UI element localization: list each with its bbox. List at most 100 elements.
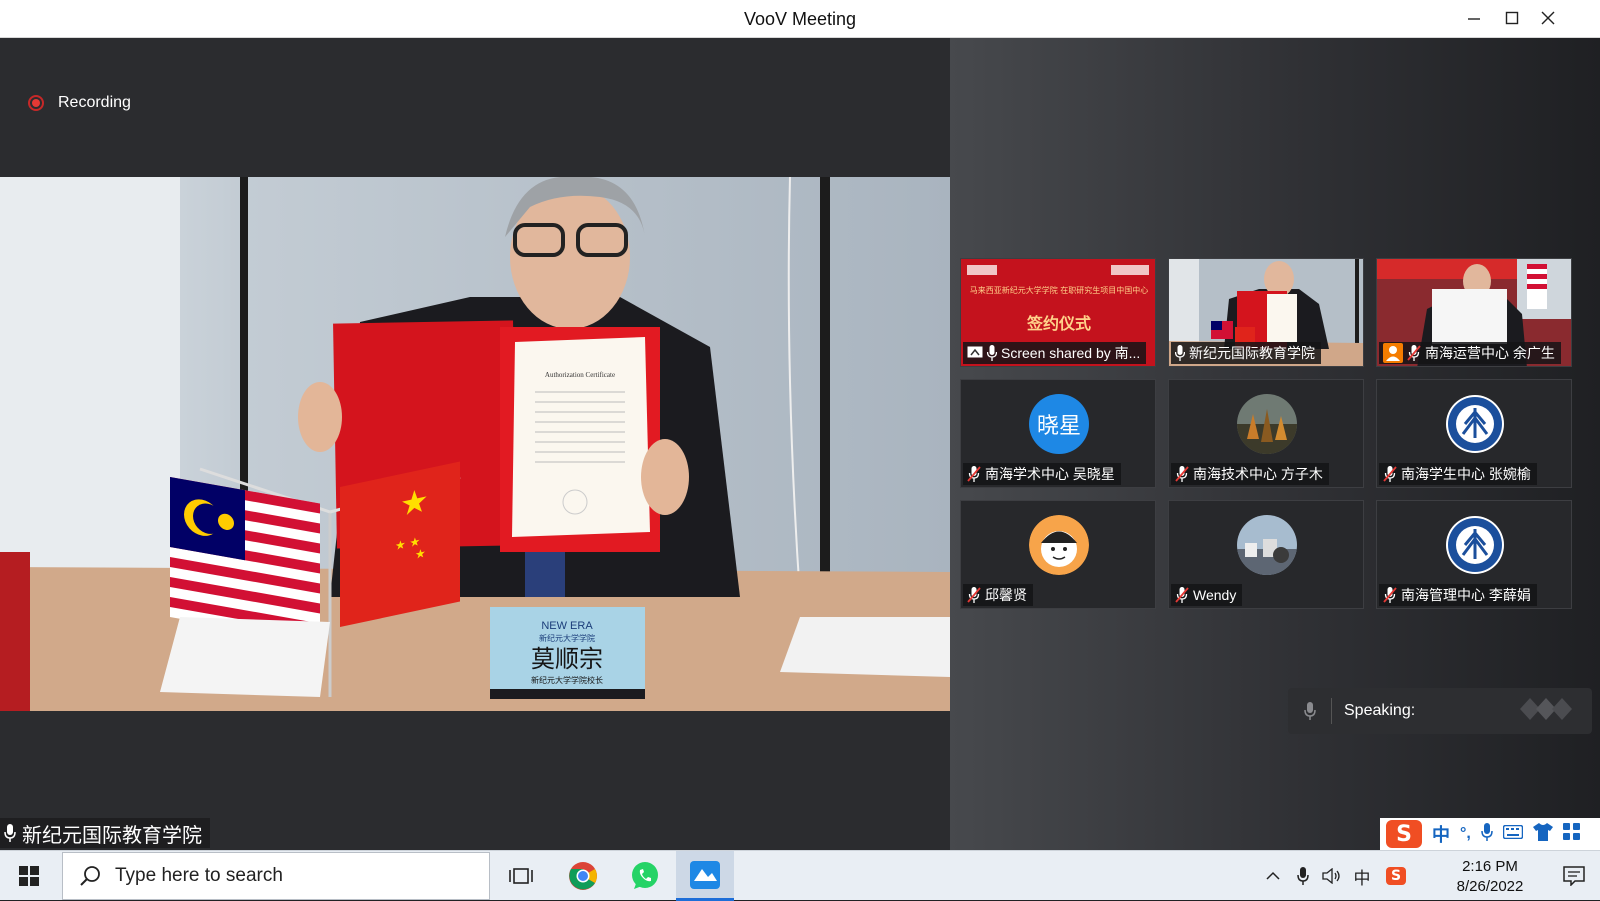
avatar [1445, 515, 1505, 575]
notification-icon [1563, 866, 1585, 886]
svg-text:★: ★ [415, 546, 426, 562]
taskbar: Type here to search 中 S 2:16 PM 8/26/202… [0, 850, 1600, 901]
chrome-taskbar-button[interactable] [554, 851, 612, 901]
title-bar: VooV Meeting [0, 0, 1600, 38]
maximize-button[interactable] [1496, 6, 1528, 32]
maximize-icon [1505, 11, 1519, 25]
main-video[interactable]: Authorization Certificate ★ ★ ★ ★ NEW ER… [0, 177, 950, 711]
participant-name: 南海技术中心 方子木 [1193, 466, 1323, 482]
clock-time: 2:16 PM [1462, 858, 1518, 875]
active-speaker-name: 新纪元国际教育学院 [22, 824, 202, 847]
participant-tile-video[interactable]: 新纪元国际教育学院 [1168, 258, 1364, 367]
ime-toolbox-icon[interactable] [1562, 822, 1581, 846]
avatar [1237, 394, 1297, 454]
voov-logo-icon [1520, 697, 1576, 725]
microphone-icon [987, 345, 997, 361]
volume-icon[interactable] [1320, 851, 1344, 901]
participant-name: 南海运营中心 余广生 [1425, 345, 1555, 361]
whatsapp-icon [632, 862, 658, 889]
main-video-frame: Authorization Certificate ★ ★ ★ ★ NEW ER… [0, 177, 950, 711]
muted-microphone-icon [1407, 345, 1421, 361]
record-icon [28, 95, 44, 111]
show-hidden-icons-button[interactable] [1262, 851, 1284, 901]
participant-tile-screen-share[interactable]: 马来西亚新纪元大学学院 在职研究生项目中国中心 签约仪式 Screen shar… [960, 258, 1156, 367]
certificate-heading: Authorization Certificate [545, 371, 615, 379]
nameplate-name: 莫顺宗 [531, 645, 603, 673]
svg-text:★: ★ [400, 480, 429, 524]
close-button[interactable] [1532, 6, 1564, 32]
participant-tile-avatar[interactable]: 晓星 南海学术中心 吴晓星 [960, 379, 1156, 488]
microphone-icon [1175, 345, 1185, 361]
host-icon [1383, 343, 1403, 363]
main-stage: Recording Authorization Certificate ★ ★ … [0, 38, 950, 850]
avatar [1445, 394, 1505, 454]
participant-tile-avatar[interactable]: 南海学生中心 张婉榆 [1376, 379, 1572, 488]
participant-tile-avatar[interactable]: Wendy [1168, 500, 1364, 609]
tile-label: 南海管理中心 李薛娟 [1379, 584, 1537, 606]
nameplate-brand: NEW ERA [541, 620, 593, 632]
task-view-button[interactable] [492, 851, 550, 901]
speaking-label: Speaking: [1344, 702, 1416, 719]
participant-name: Wendy [1193, 587, 1237, 603]
clock-date: 8/26/2022 [1456, 878, 1524, 895]
muted-microphone-icon [967, 587, 981, 603]
tray-microphone-icon[interactable] [1292, 851, 1314, 901]
window-title: VooV Meeting [743, 9, 857, 29]
tray-language-indicator[interactable]: 中 [1350, 851, 1374, 901]
muted-microphone-icon [1175, 466, 1189, 482]
avatar [1029, 515, 1089, 575]
ime-skin-icon[interactable] [1532, 822, 1553, 846]
avatar: 晓星 [1029, 394, 1089, 454]
ime-keyboard-icon[interactable] [1502, 824, 1524, 844]
muted-microphone-icon [1175, 587, 1189, 603]
speaking-indicator: Speaking: [1288, 688, 1592, 734]
voov-icon [690, 860, 720, 889]
nameplate-title: 新纪元大学学院校长 [531, 675, 603, 685]
muted-microphone-icon [1383, 587, 1397, 603]
taskbar-search-box[interactable]: Type here to search [62, 852, 490, 900]
school-logo-icon [1446, 516, 1504, 574]
participant-name: 新纪元国际教育学院 [1189, 345, 1315, 361]
participant-tile-avatar[interactable]: 南海技术中心 方子木 [1168, 379, 1364, 488]
voov-taskbar-button[interactable] [676, 851, 734, 901]
whatsapp-taskbar-button[interactable] [616, 851, 674, 901]
ime-language-toggle[interactable]: 中 [1432, 821, 1450, 847]
muted-microphone-icon [1383, 466, 1397, 482]
search-icon [80, 866, 100, 886]
minimize-button[interactable] [1458, 6, 1490, 32]
microphone-icon [4, 824, 16, 842]
ime-punctuation-toggle[interactable]: °, [1460, 825, 1471, 843]
sogou-logo-icon[interactable]: S [1386, 820, 1422, 848]
chrome-icon [569, 862, 597, 890]
participant-name: 南海学术中心 吴晓星 [985, 466, 1115, 482]
participant-name: 南海学生中心 张婉榆 [1401, 466, 1531, 482]
participant-name: 邱馨贤 [985, 587, 1027, 603]
start-button[interactable] [0, 851, 58, 901]
nameplate-sub: 新纪元大学学院 [539, 633, 595, 643]
tile-label: 南海学生中心 张婉榆 [1379, 463, 1537, 485]
tile-label: Wendy [1171, 584, 1243, 606]
minimize-icon [1468, 18, 1480, 20]
screen-share-icon [967, 346, 983, 358]
tile-label: 新纪元国际教育学院 [1171, 342, 1321, 364]
cartoon-avatar-icon [1029, 515, 1089, 575]
participant-tile-avatar[interactable]: 南海管理中心 李薛娟 [1376, 500, 1572, 609]
windows-icon [19, 866, 39, 886]
microphone-icon [1288, 698, 1332, 724]
recording-indicator[interactable]: Recording [28, 94, 131, 112]
participant-tile-video[interactable]: 南海运营中心 余广生 [1376, 258, 1572, 367]
ime-voice-icon[interactable] [1481, 822, 1493, 846]
photo-avatar-icon [1237, 515, 1297, 575]
recording-label: Recording [58, 94, 131, 111]
action-center-button[interactable] [1554, 851, 1594, 901]
muted-microphone-icon [967, 466, 981, 482]
participant-tile-avatar[interactable]: 邱馨贤 [960, 500, 1156, 609]
tile-label: Screen shared by 南... [963, 342, 1147, 364]
sogou-tray-icon[interactable]: S [1384, 851, 1408, 901]
active-speaker-label: 新纪元国际教育学院 [0, 818, 210, 848]
taskbar-clock[interactable]: 2:16 PM 8/26/2022 [1440, 857, 1540, 897]
task-view-icon [509, 868, 533, 884]
share-slide-title: 签约仪式 [1026, 314, 1091, 333]
share-slide-subtitle: 马来西亚新纪元大学学院 在职研究生项目中国中心 [970, 285, 1149, 295]
tile-label: 邱馨贤 [963, 584, 1033, 606]
